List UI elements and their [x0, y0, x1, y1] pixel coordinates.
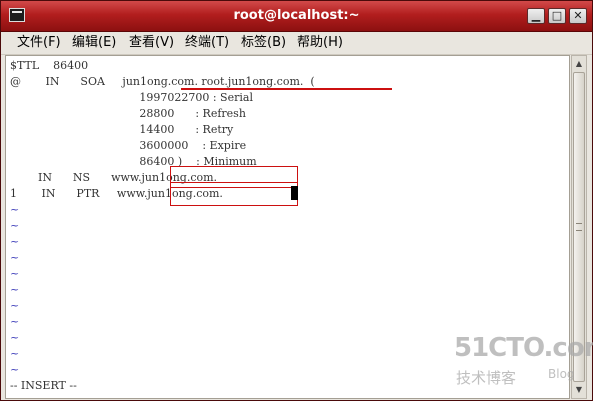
empty-line-marker: ~: [10, 251, 20, 264]
empty-line-marker: ~: [10, 347, 20, 360]
scroll-down-icon[interactable]: ▼: [573, 383, 585, 397]
grip-icon: [576, 223, 582, 231]
window-title: root@localhost:~: [233, 8, 360, 23]
zone-line-refresh: 28800 : Refresh: [10, 107, 246, 120]
empty-line-marker: ~: [10, 219, 20, 232]
empty-line-marker: ~: [10, 363, 20, 376]
terminal-window: root@localhost:~ ▁ □ ✕ 文件(F) 编辑(E) 查看(V)…: [0, 0, 593, 401]
soa-underline-annotation: [181, 88, 392, 90]
empty-line-marker: ~: [10, 283, 20, 296]
menu-help[interactable]: 帮助(H): [295, 34, 345, 52]
empty-line-marker: ~: [10, 235, 20, 248]
ptr-record-highlight-box: [170, 182, 298, 206]
scroll-up-icon[interactable]: ▲: [573, 57, 585, 71]
title-bar[interactable]: root@localhost:~ ▁ □ ✕: [1, 1, 592, 32]
menu-edit[interactable]: 编辑(E): [70, 34, 118, 52]
terminal-content[interactable]: $TTL 86400 @ IN SOA jun1ong.com. root.ju…: [5, 55, 570, 399]
close-button[interactable]: ✕: [569, 8, 587, 24]
zone-line-expire: 3600000 : Expire: [10, 139, 247, 152]
maximize-button[interactable]: □: [548, 8, 566, 24]
menu-bar: 文件(F) 编辑(E) 查看(V) 终端(T) 标签(B) 帮助(H): [1, 32, 592, 55]
scroll-thumb[interactable]: [573, 72, 585, 382]
empty-line-marker: ~: [10, 315, 20, 328]
minimize-button[interactable]: ▁: [527, 8, 545, 24]
menu-terminal[interactable]: 终端(T): [183, 34, 231, 52]
empty-line-marker: ~: [10, 267, 20, 280]
text-cursor: [291, 186, 298, 200]
menu-view[interactable]: 查看(V): [127, 34, 176, 52]
zone-line-serial: 1997022700 : Serial: [10, 91, 253, 104]
empty-line-marker: ~: [10, 331, 20, 344]
zone-line-ttl: $TTL 86400: [10, 59, 89, 72]
empty-line-marker: ~: [10, 203, 20, 216]
vim-mode-status: -- INSERT --: [10, 379, 77, 392]
empty-line-marker: ~: [10, 299, 20, 312]
menu-file[interactable]: 文件(F): [15, 34, 63, 52]
menu-tabs[interactable]: 标签(B): [239, 34, 288, 52]
zone-line-retry: 14400 : Retry: [10, 123, 234, 136]
vertical-scrollbar[interactable]: ▲ ▼: [571, 55, 587, 399]
